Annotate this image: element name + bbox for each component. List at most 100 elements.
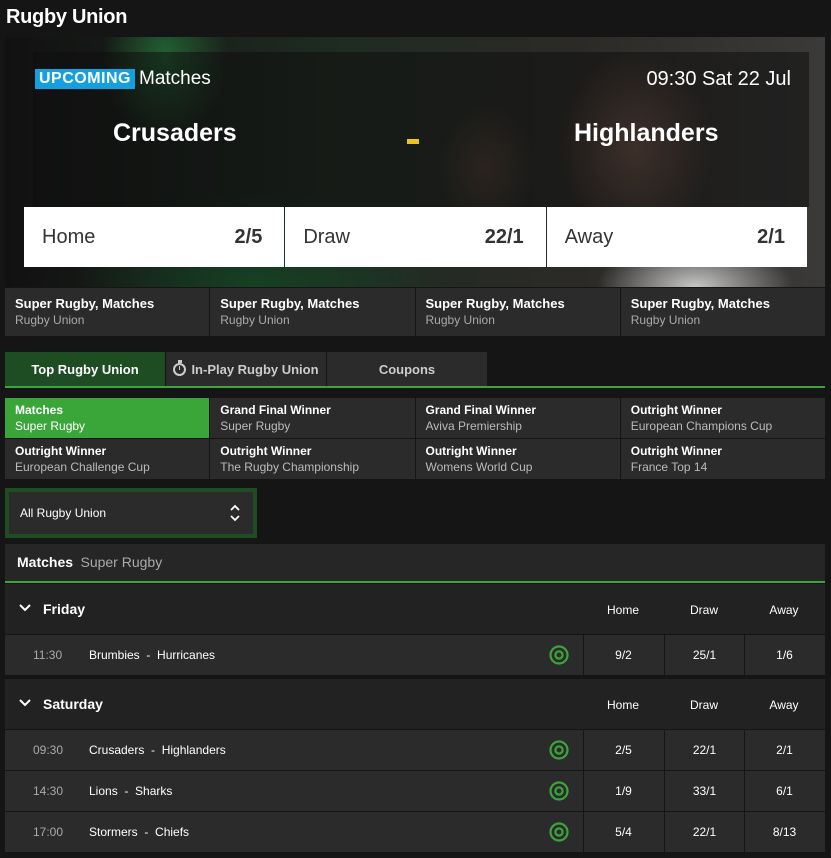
home-team: Crusaders: [89, 743, 145, 757]
hero-home-team: Crusaders: [113, 119, 237, 147]
upcoming-label: Matches: [139, 68, 211, 89]
odds-home-button[interactable]: 1/9: [583, 771, 663, 811]
odds-value: 22/1: [484, 225, 524, 248]
competition-select[interactable]: All Rugby Union: [5, 488, 257, 538]
league-sport: Rugby Union: [15, 313, 85, 327]
league-sport: Rugby Union: [425, 313, 495, 327]
day-header-saturday[interactable]: Saturday Home Draw Away: [5, 679, 825, 729]
section-title: Matches: [17, 554, 74, 570]
live-stream-icon[interactable]: [549, 822, 569, 842]
market-title: Grand Final Winner: [220, 403, 331, 417]
market-title: Outright Winner: [630, 403, 722, 417]
market-tile[interactable]: Grand Final Winner Super Rugby: [210, 398, 415, 438]
market-competition: Super Rugby: [15, 419, 86, 433]
live-stream-icon[interactable]: [549, 740, 569, 760]
odds-value: 2/1: [757, 225, 785, 248]
tab-label: Top Rugby Union: [31, 361, 139, 377]
day-name: Saturday: [43, 696, 103, 712]
away-team: Hurricanes: [157, 648, 216, 662]
odds-label: Draw: [303, 225, 350, 248]
odds-draw-button[interactable]: 25/1: [664, 635, 744, 675]
odds-away-button[interactable]: 6/1: [744, 771, 824, 811]
odds-draw-button[interactable]: 22/1: [664, 730, 744, 770]
market-competition: Aviva Premiership: [425, 419, 522, 433]
section-underline: [5, 581, 825, 583]
tab-underline: [5, 386, 825, 388]
market-competition: Womens World Cup: [425, 460, 533, 474]
chevron-down-icon: [19, 699, 31, 707]
odds-home-button[interactable]: 5/4: [583, 812, 663, 852]
market-title: Outright Winner: [425, 444, 517, 458]
odds-away-button[interactable]: 1/6: [744, 635, 824, 675]
league-tile[interactable]: Super Rugby, Matches Rugby Union: [210, 288, 415, 336]
day-name: Friday: [43, 601, 86, 617]
match-time: 17:00: [33, 825, 64, 839]
match-teams: Brumbies - Hurricanes: [89, 648, 215, 662]
market-tile[interactable]: Outright Winner European Champions Cup: [620, 398, 825, 438]
odds-away-button[interactable]: 8/13: [744, 812, 824, 852]
tab-label: In-Play Rugby Union: [191, 361, 319, 377]
live-stream-icon[interactable]: [549, 781, 569, 801]
hero-banner[interactable]: UPCOMING Matches 09:30 Sat 22 Jul Crusad…: [5, 37, 825, 287]
league-tile[interactable]: Super Rugby, Matches Rugby Union: [5, 288, 210, 336]
odds-home-button[interactable]: 2/5: [583, 730, 663, 770]
market-tile[interactable]: Outright Winner European Challenge Cup: [5, 439, 210, 479]
league-tile[interactable]: Super Rugby, Matches Rugby Union: [620, 288, 825, 336]
league-carousel: Super Rugby, Matches Rugby Union Super R…: [5, 288, 825, 336]
team-separator: [407, 139, 419, 144]
competition-select-value: All Rugby Union: [20, 506, 107, 520]
match-row[interactable]: 09:30 Crusaders - Highlanders 2/5 22/1 2…: [5, 730, 825, 770]
hero-odds-away-button[interactable]: Away 2/1: [546, 207, 807, 267]
odds-value: 2/5: [234, 225, 263, 248]
team-separator: -: [146, 648, 151, 662]
odds-draw-button[interactable]: 33/1: [664, 771, 744, 811]
market-tile[interactable]: Outright Winner France Top 14: [620, 439, 825, 479]
day-header-friday[interactable]: Friday Home Draw Away: [5, 584, 825, 634]
market-title: Outright Winner: [15, 444, 107, 458]
league-title: Super Rugby, Matches: [630, 296, 770, 311]
column-away: Away: [769, 603, 799, 617]
market-tile-matches-super-rugby[interactable]: Matches Super Rugby: [5, 398, 210, 438]
team-separator: -: [144, 825, 149, 839]
match-teams: Stormers - Chiefs: [89, 825, 189, 839]
tab-label: Coupons: [378, 361, 436, 377]
match-row[interactable]: 14:30 Lions - Sharks 1/9 33/1 6/1: [5, 771, 825, 811]
column-home: Home: [606, 603, 639, 617]
home-team: Stormers: [89, 825, 138, 839]
column-home: Home: [606, 698, 639, 712]
league-title: Super Rugby, Matches: [425, 296, 565, 311]
sport-tabs: Top Rugby Union In-Play Rugby Union Coup…: [5, 352, 488, 386]
match-time: 11:30: [33, 648, 63, 662]
hero-odds-home-button[interactable]: Home 2/5: [24, 207, 285, 267]
away-team: Sharks: [135, 784, 173, 798]
market-tile[interactable]: Grand Final Winner Aviva Premiership: [415, 398, 620, 438]
market-competition: European Champions Cup: [630, 419, 773, 433]
match-row[interactable]: 11:30 Brumbies - Hurricanes 9/2 25/1 1/6: [5, 635, 825, 675]
team-separator: -: [124, 784, 129, 798]
match-teams: Crusaders - Highlanders: [89, 743, 226, 757]
odds-home-button[interactable]: 9/2: [583, 635, 663, 675]
match-row[interactable]: 17:00 Stormers - Chiefs 5/4 22/1 8/13: [5, 812, 825, 852]
live-stream-icon[interactable]: [549, 645, 569, 665]
odds-away-button[interactable]: 2/1: [744, 730, 824, 770]
team-separator: -: [151, 743, 156, 757]
league-sport: Rugby Union: [630, 313, 701, 327]
hero-odds-draw-button[interactable]: Draw 22/1: [285, 207, 546, 267]
market-tile[interactable]: Outright Winner The Rugby Championship: [210, 439, 415, 479]
market-tile[interactable]: Outright Winner Womens World Cup: [415, 439, 620, 479]
tab-in-play-rugby-union[interactable]: In-Play Rugby Union: [166, 352, 326, 386]
tab-top-rugby-union[interactable]: Top Rugby Union: [5, 352, 165, 386]
section-subtitle: Super Rugby: [80, 554, 163, 570]
stopwatch-icon: [173, 359, 187, 376]
match-teams: Lions - Sharks: [89, 784, 172, 798]
away-team: Highlanders: [161, 743, 226, 757]
tab-coupons[interactable]: Coupons: [327, 352, 487, 386]
league-tile[interactable]: Super Rugby, Matches Rugby Union: [415, 288, 620, 336]
odds-draw-button[interactable]: 22/1: [664, 812, 744, 852]
market-competition: France Top 14: [630, 460, 708, 474]
hero-away-team: Highlanders: [574, 119, 719, 147]
section-header: Matches Super Rugby: [5, 544, 825, 581]
chevron-down-icon: [19, 604, 31, 612]
market-competition: The Rugby Championship: [220, 460, 359, 474]
market-title: Matches: [15, 403, 64, 417]
